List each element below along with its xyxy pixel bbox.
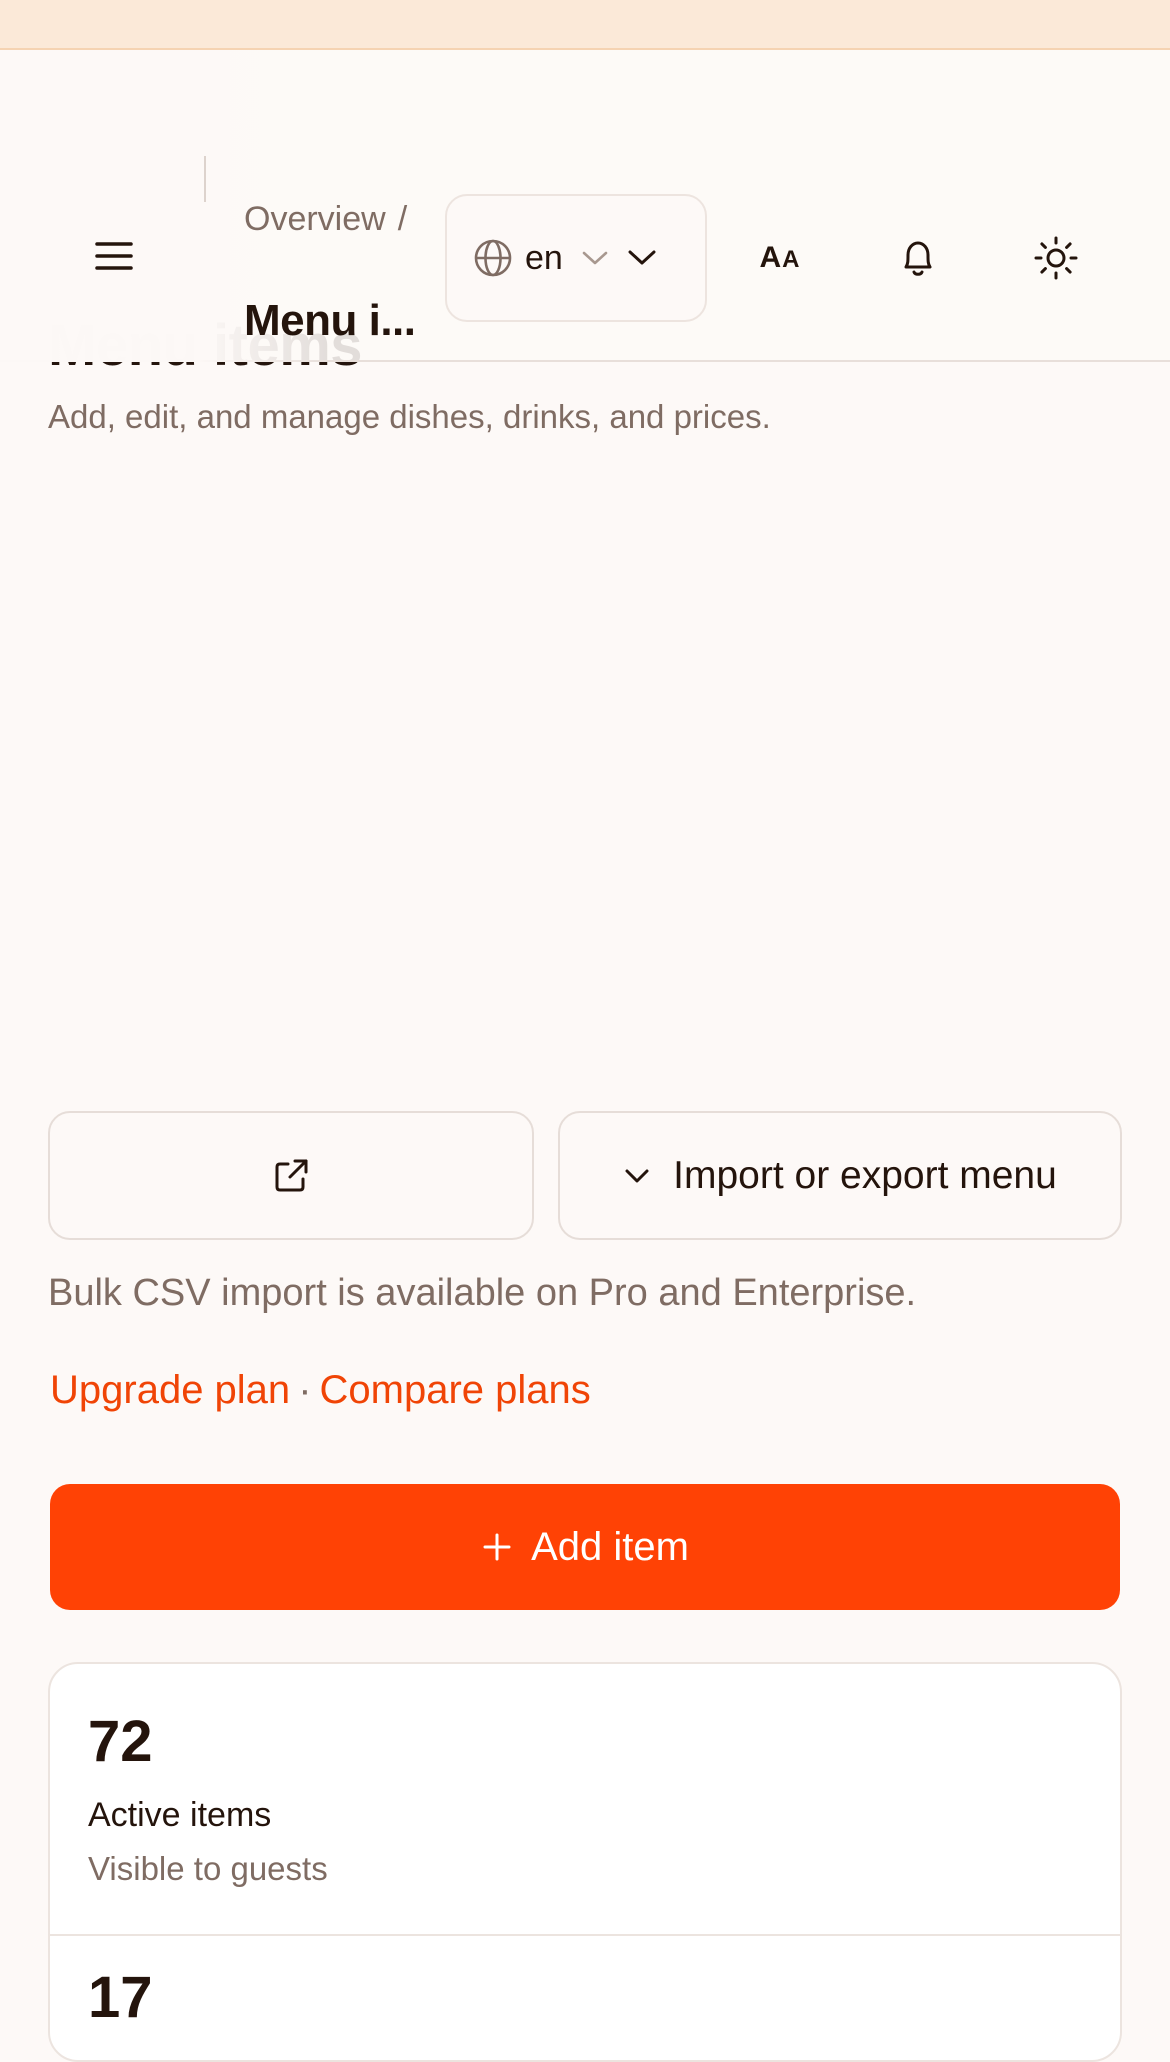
chevron-down-icon bbox=[628, 250, 656, 265]
link-separator: · bbox=[298, 1368, 312, 1412]
theme-toggle-button[interactable] bbox=[1024, 226, 1088, 290]
app-header: Overview / Menu i... en AA bbox=[0, 50, 1170, 362]
globe-icon bbox=[474, 239, 512, 277]
top-banner bbox=[0, 0, 1170, 50]
header-divider bbox=[204, 156, 206, 202]
add-item-label: Add item bbox=[531, 1524, 689, 1569]
sun-icon bbox=[1034, 236, 1078, 280]
page-subtitle: Add, edit, and manage dishes, drinks, an… bbox=[48, 398, 771, 435]
stat-label: Active items bbox=[88, 1796, 272, 1834]
import-note: Bulk CSV import is available on Pro and … bbox=[48, 1272, 917, 1314]
compare-plans-link[interactable]: Compare plans bbox=[320, 1368, 591, 1412]
notifications-button[interactable] bbox=[886, 226, 950, 290]
stats-card: 72 Active items Visible to guests 17 bbox=[48, 1662, 1122, 2062]
plus-icon bbox=[483, 1533, 511, 1561]
import-export-label: Import or export menu bbox=[673, 1153, 1057, 1197]
stat-description: Visible to guests bbox=[88, 1850, 328, 1887]
stat-value: 17 bbox=[88, 1965, 153, 2030]
chevron-down-icon bbox=[625, 1169, 649, 1182]
bell-icon bbox=[904, 241, 932, 276]
plan-links: Upgrade plan · Compare plans bbox=[50, 1368, 591, 1413]
language-value: en bbox=[525, 238, 563, 277]
text-size-icon: AA bbox=[759, 241, 801, 274]
breadcrumb-overview[interactable]: Overview bbox=[244, 200, 386, 238]
menu-button[interactable] bbox=[84, 226, 144, 286]
external-link-icon bbox=[275, 1159, 308, 1191]
breadcrumb: Overview / bbox=[244, 200, 407, 239]
breadcrumb-separator: / bbox=[397, 200, 408, 238]
text-size-button[interactable]: AA bbox=[748, 226, 812, 290]
language-select[interactable]: en bbox=[445, 194, 707, 322]
add-item-button[interactable]: Add item bbox=[50, 1484, 1120, 1610]
stat-divider bbox=[50, 1934, 1120, 1936]
upgrade-plan-link[interactable]: Upgrade plan bbox=[50, 1368, 290, 1412]
open-menu-button[interactable] bbox=[48, 1111, 534, 1240]
chevron-down-icon bbox=[582, 251, 608, 265]
stat-value: 72 bbox=[88, 1709, 153, 1774]
hamburger-icon bbox=[95, 242, 133, 270]
breadcrumb-current: Menu i... bbox=[244, 296, 416, 345]
import-export-button[interactable]: Import or export menu bbox=[558, 1111, 1122, 1240]
